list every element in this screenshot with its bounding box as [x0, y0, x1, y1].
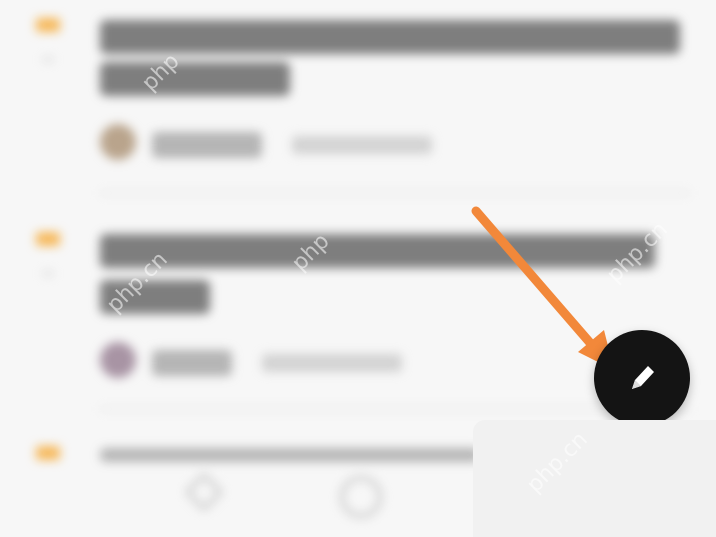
pen-icon [632, 366, 654, 389]
compose-button[interactable] [594, 330, 690, 426]
bottom-right-panel [473, 420, 716, 537]
